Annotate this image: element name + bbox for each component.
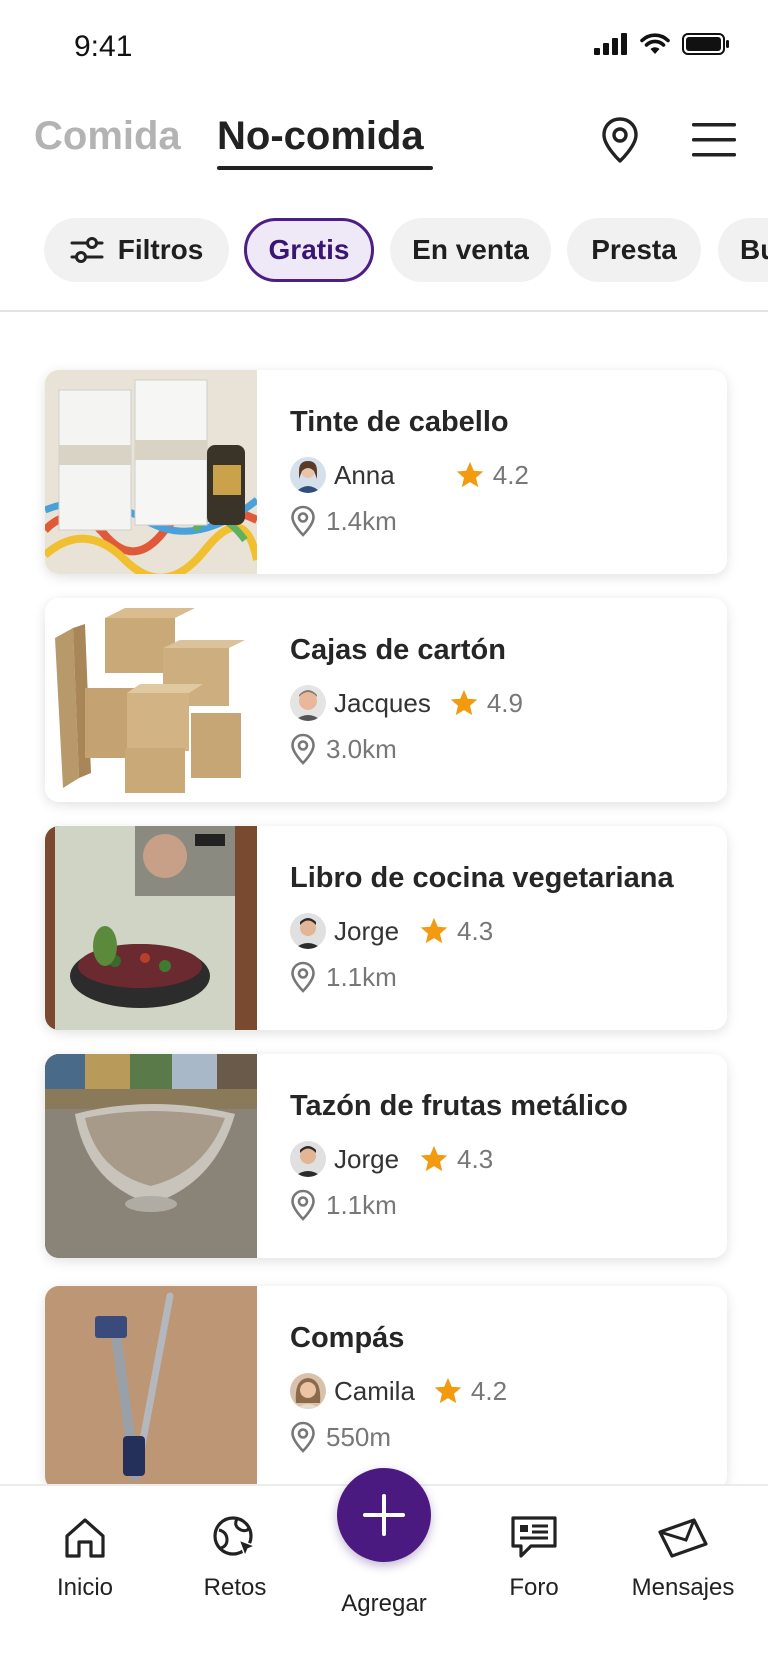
listing-title: Libro de cocina vegetariana — [290, 862, 674, 894]
user-name: Jacques — [334, 687, 431, 718]
status-icons — [594, 32, 730, 56]
nav-label: Foro — [509, 1574, 559, 1601]
hamburger-menu-icon — [692, 123, 736, 157]
battery-icon — [682, 33, 729, 55]
listing-title: Tazón de frutas metálico — [290, 1090, 628, 1122]
rating-value: 4.3 — [457, 1143, 494, 1174]
listing-card[interactable]: Tinte de cabello Anna 4.2 1.4km — [45, 370, 727, 574]
chat-icon — [511, 1516, 557, 1558]
distance: 3.0km — [326, 733, 397, 764]
globe-cursor-icon — [213, 1516, 258, 1559]
listing-image — [45, 598, 257, 802]
distance: 1.1km — [326, 961, 397, 992]
wifi-icon — [640, 33, 670, 54]
rating-value: 4.2 — [492, 459, 529, 490]
rating-value: 4.9 — [486, 687, 523, 718]
avatar — [290, 1141, 326, 1177]
distance: 1.4km — [326, 505, 397, 536]
listing-title: Compás — [290, 1322, 405, 1354]
nav-mensajes[interactable]: Mensajes — [608, 1514, 758, 1602]
location-pin-icon — [602, 117, 638, 163]
distance: 550m — [326, 1421, 392, 1452]
filters-button[interactable]: Filtros — [44, 218, 229, 282]
nav-foro[interactable]: Foro — [459, 1514, 609, 1602]
bottom-nav: Inicio Retos Agregar Foro Mensajes — [0, 1468, 768, 1662]
add-label: Agregar — [341, 1590, 427, 1617]
nav-label: Inicio — [56, 1574, 114, 1601]
nav-inicio[interactable]: Inicio — [10, 1514, 160, 1602]
user-name: Jorge — [334, 915, 400, 946]
rating-value: 4.3 — [457, 915, 494, 946]
listing-card[interactable]: Tazón de frutas metálico Jorge 4.3 1.1km — [45, 1054, 727, 1258]
star-icon — [456, 461, 483, 488]
envelope-icon — [658, 1518, 708, 1558]
listing-image — [45, 1286, 257, 1484]
add-button[interactable] — [337, 1468, 431, 1562]
tab-no-comida[interactable]: No-comida — [217, 114, 424, 159]
location-button[interactable] — [592, 112, 648, 168]
location-pin-icon — [291, 961, 315, 993]
location-pin-icon — [291, 733, 315, 765]
user-name: Camila — [334, 1375, 415, 1406]
star-icon — [450, 689, 478, 716]
rating: 4.2 — [433, 1376, 507, 1407]
listing-card[interactable]: Libro de cocina vegetariana Jorge 4.3 1.… — [45, 826, 727, 1030]
listing-list[interactable]: Tinte de cabello Anna 4.2 1.4km Cajas de… — [0, 312, 768, 1484]
chip-presta[interactable]: Presta — [567, 218, 701, 282]
filter-chips: Filtros Gratis En venta Presta Bu — [0, 218, 768, 284]
location-pin-icon — [291, 1189, 315, 1221]
listing-card[interactable]: Compás Camila 4.2 550m — [45, 1286, 727, 1484]
star-icon — [434, 1377, 462, 1404]
star-icon — [420, 917, 448, 944]
header: Comida No-comida — [0, 100, 768, 180]
listing-title: Cajas de cartón — [290, 634, 506, 666]
listing-image — [45, 370, 257, 574]
user-name: Anna — [334, 459, 395, 490]
user-name: Jorge — [334, 1143, 400, 1174]
avatar — [290, 685, 326, 721]
status-time: 9:41 — [74, 30, 133, 63]
rating-value: 4.2 — [470, 1375, 508, 1406]
tab-comida[interactable]: Comida — [34, 114, 181, 159]
listing-title: Tinte de cabello — [290, 406, 509, 438]
menu-button[interactable] — [686, 112, 742, 168]
avatar — [290, 1373, 326, 1409]
sliders-icon — [70, 237, 104, 263]
signal-icon — [594, 33, 627, 55]
chip-en-venta[interactable]: En venta — [390, 218, 551, 282]
rating: 4.9 — [449, 688, 523, 719]
status-bar: 9:41 — [0, 0, 768, 96]
nav-label: Mensajes — [631, 1574, 735, 1601]
location-pin-icon — [291, 505, 315, 537]
chip-bu[interactable]: Bu — [718, 218, 768, 282]
star-icon — [420, 1145, 448, 1172]
listing-card[interactable]: Cajas de cartón Jacques 4.9 3.0km — [45, 598, 727, 802]
listing-image — [45, 1054, 257, 1258]
distance: 1.1km — [326, 1189, 397, 1220]
active-tab-indicator — [217, 166, 433, 170]
home-icon — [65, 1518, 105, 1558]
avatar — [290, 913, 326, 949]
location-pin-icon — [291, 1421, 315, 1453]
nav-retos[interactable]: Retos — [160, 1514, 310, 1602]
rating: 4.2 — [455, 460, 529, 491]
rating: 4.3 — [419, 1144, 493, 1175]
avatar — [290, 457, 326, 493]
rating: 4.3 — [419, 916, 493, 947]
chip-gratis[interactable]: Gratis — [244, 218, 374, 282]
plus-icon — [363, 1494, 405, 1536]
nav-label: Retos — [203, 1574, 267, 1601]
filters-label: Filtros — [117, 234, 204, 265]
listing-image — [45, 826, 257, 1030]
